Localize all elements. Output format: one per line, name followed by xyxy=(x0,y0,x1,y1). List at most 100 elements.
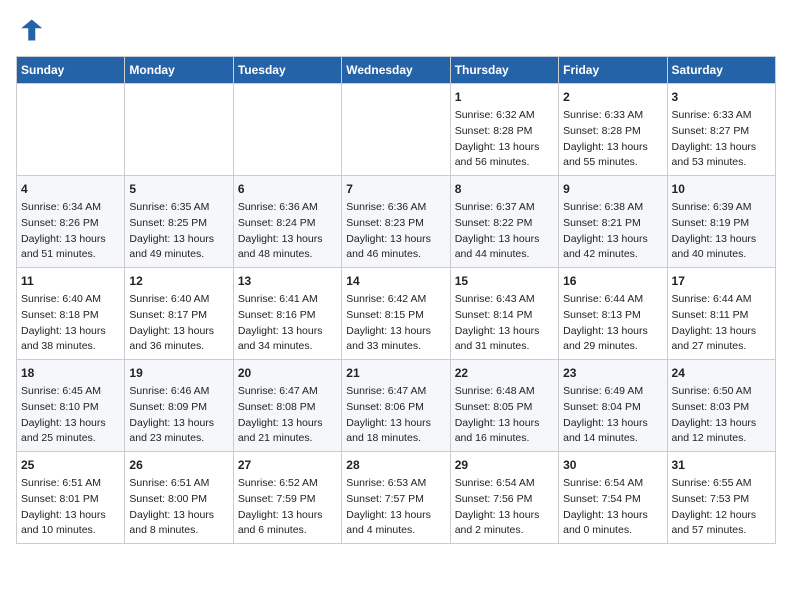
day-info: Sunrise: 6:37 AM Sunset: 8:22 PM Dayligh… xyxy=(455,200,554,263)
day-number: 15 xyxy=(455,272,554,290)
calendar-cell: 29 Sunrise: 6:54 AM Sunset: 7:56 PM Dayli… xyxy=(450,452,558,544)
calendar-cell: 3 Sunrise: 6:33 AM Sunset: 8:27 PM Daylig… xyxy=(667,84,775,176)
day-info: Sunrise: 6:38 AM Sunset: 8:21 PM Dayligh… xyxy=(563,200,662,263)
calendar-cell: 18 Sunrise: 6:45 AM Sunset: 8:10 PM Dayli… xyxy=(17,360,125,452)
calendar-cell xyxy=(342,84,450,176)
day-info: Sunrise: 6:44 AM Sunset: 8:11 PM Dayligh… xyxy=(672,292,771,355)
day-number: 4 xyxy=(21,180,120,198)
day-number: 27 xyxy=(238,456,337,474)
day-info: Sunrise: 6:43 AM Sunset: 8:14 PM Dayligh… xyxy=(455,292,554,355)
day-number: 3 xyxy=(672,88,771,106)
day-info: Sunrise: 6:54 AM Sunset: 7:54 PM Dayligh… xyxy=(563,476,662,539)
calendar-cell: 12 Sunrise: 6:40 AM Sunset: 8:17 PM Dayli… xyxy=(125,268,233,360)
day-info: Sunrise: 6:40 AM Sunset: 8:17 PM Dayligh… xyxy=(129,292,228,355)
day-info: Sunrise: 6:34 AM Sunset: 8:26 PM Dayligh… xyxy=(21,200,120,263)
day-number: 25 xyxy=(21,456,120,474)
calendar-cell: 16 Sunrise: 6:44 AM Sunset: 8:13 PM Dayli… xyxy=(559,268,667,360)
calendar-cell: 6 Sunrise: 6:36 AM Sunset: 8:24 PM Daylig… xyxy=(233,176,341,268)
calendar-cell: 9 Sunrise: 6:38 AM Sunset: 8:21 PM Daylig… xyxy=(559,176,667,268)
day-info: Sunrise: 6:44 AM Sunset: 8:13 PM Dayligh… xyxy=(563,292,662,355)
day-number: 24 xyxy=(672,364,771,382)
day-number: 11 xyxy=(21,272,120,290)
calendar-cell: 31 Sunrise: 6:55 AM Sunset: 7:53 PM Dayli… xyxy=(667,452,775,544)
day-number: 30 xyxy=(563,456,662,474)
day-number: 12 xyxy=(129,272,228,290)
weekday-header-thursday: Thursday xyxy=(450,57,558,84)
calendar-cell: 23Sunrise: 6:49 AM Sunset: 8:04 PM Dayli… xyxy=(559,360,667,452)
calendar-cell: 25 Sunrise: 6:51 AM Sunset: 8:01 PM Dayli… xyxy=(17,452,125,544)
day-number: 9 xyxy=(563,180,662,198)
calendar-cell: 10Sunrise: 6:39 AM Sunset: 8:19 PM Dayli… xyxy=(667,176,775,268)
day-number: 13 xyxy=(238,272,337,290)
calendar-cell: 21Sunrise: 6:47 AM Sunset: 8:06 PM Dayli… xyxy=(342,360,450,452)
calendar-cell: 26 Sunrise: 6:51 AM Sunset: 8:00 PM Dayli… xyxy=(125,452,233,544)
calendar-cell: 15 Sunrise: 6:43 AM Sunset: 8:14 PM Dayli… xyxy=(450,268,558,360)
calendar-cell: 28 Sunrise: 6:53 AM Sunset: 7:57 PM Dayli… xyxy=(342,452,450,544)
day-info: Sunrise: 6:35 AM Sunset: 8:25 PM Dayligh… xyxy=(129,200,228,263)
calendar-cell: 8 Sunrise: 6:37 AM Sunset: 8:22 PM Daylig… xyxy=(450,176,558,268)
day-info: Sunrise: 6:33 AM Sunset: 8:27 PM Dayligh… xyxy=(672,108,771,171)
day-number: 6 xyxy=(238,180,337,198)
day-number: 29 xyxy=(455,456,554,474)
day-number: 2 xyxy=(563,88,662,106)
day-info: Sunrise: 6:55 AM Sunset: 7:53 PM Dayligh… xyxy=(672,476,771,539)
day-number: 16 xyxy=(563,272,662,290)
day-info: Sunrise: 6:42 AM Sunset: 8:15 PM Dayligh… xyxy=(346,292,445,355)
calendar-cell: 24 Sunrise: 6:50 AM Sunset: 8:03 PM Dayli… xyxy=(667,360,775,452)
day-number: 23 xyxy=(563,364,662,382)
week-row-1: 1 Sunrise: 6:32 AM Sunset: 8:28 PM Daylig… xyxy=(17,84,776,176)
day-number: 10 xyxy=(672,180,771,198)
day-number: 26 xyxy=(129,456,228,474)
calendar-cell: 30 Sunrise: 6:54 AM Sunset: 7:54 PM Dayli… xyxy=(559,452,667,544)
calendar-cell: 13 Sunrise: 6:41 AM Sunset: 8:16 PM Dayli… xyxy=(233,268,341,360)
calendar-cell: 22Sunrise: 6:48 AM Sunset: 8:05 PM Dayli… xyxy=(450,360,558,452)
calendar-cell: 7Sunrise: 6:36 AM Sunset: 8:23 PM Daylig… xyxy=(342,176,450,268)
weekday-header-saturday: Saturday xyxy=(667,57,775,84)
day-number: 14 xyxy=(346,272,445,290)
week-row-3: 11 Sunrise: 6:40 AM Sunset: 8:18 PM Dayli… xyxy=(17,268,776,360)
calendar-table: SundayMondayTuesdayWednesdayThursdayFrid… xyxy=(16,56,776,544)
day-info: Sunrise: 6:41 AM Sunset: 8:16 PM Dayligh… xyxy=(238,292,337,355)
calendar-cell: 19Sunrise: 6:46 AM Sunset: 8:09 PM Dayli… xyxy=(125,360,233,452)
calendar-cell xyxy=(17,84,125,176)
day-number: 1 xyxy=(455,88,554,106)
day-info: Sunrise: 6:45 AM Sunset: 8:10 PM Dayligh… xyxy=(21,384,120,447)
day-info: Sunrise: 6:54 AM Sunset: 7:56 PM Dayligh… xyxy=(455,476,554,539)
weekday-header-sunday: Sunday xyxy=(17,57,125,84)
day-info: Sunrise: 6:47 AM Sunset: 8:06 PM Dayligh… xyxy=(346,384,445,447)
week-row-5: 25 Sunrise: 6:51 AM Sunset: 8:01 PM Dayli… xyxy=(17,452,776,544)
day-number: 18 xyxy=(21,364,120,382)
day-info: Sunrise: 6:53 AM Sunset: 7:57 PM Dayligh… xyxy=(346,476,445,539)
calendar-cell: 20 Sunrise: 6:47 AM Sunset: 8:08 PM Dayli… xyxy=(233,360,341,452)
calendar-cell: 4 Sunrise: 6:34 AM Sunset: 8:26 PM Daylig… xyxy=(17,176,125,268)
weekday-header-tuesday: Tuesday xyxy=(233,57,341,84)
day-info: Sunrise: 6:51 AM Sunset: 8:01 PM Dayligh… xyxy=(21,476,120,539)
day-number: 31 xyxy=(672,456,771,474)
day-info: Sunrise: 6:52 AM Sunset: 7:59 PM Dayligh… xyxy=(238,476,337,539)
day-number: 20 xyxy=(238,364,337,382)
day-number: 7 xyxy=(346,180,445,198)
day-info: Sunrise: 6:40 AM Sunset: 8:18 PM Dayligh… xyxy=(21,292,120,355)
day-info: Sunrise: 6:48 AM Sunset: 8:05 PM Dayligh… xyxy=(455,384,554,447)
day-info: Sunrise: 6:51 AM Sunset: 8:00 PM Dayligh… xyxy=(129,476,228,539)
weekday-header-wednesday: Wednesday xyxy=(342,57,450,84)
day-info: Sunrise: 6:33 AM Sunset: 8:28 PM Dayligh… xyxy=(563,108,662,171)
day-info: Sunrise: 6:36 AM Sunset: 8:24 PM Dayligh… xyxy=(238,200,337,263)
day-number: 8 xyxy=(455,180,554,198)
day-number: 28 xyxy=(346,456,445,474)
weekday-header-friday: Friday xyxy=(559,57,667,84)
calendar-cell xyxy=(125,84,233,176)
day-info: Sunrise: 6:32 AM Sunset: 8:28 PM Dayligh… xyxy=(455,108,554,171)
day-number: 19 xyxy=(129,364,228,382)
calendar-cell: 27 Sunrise: 6:52 AM Sunset: 7:59 PM Dayli… xyxy=(233,452,341,544)
logo xyxy=(16,16,48,44)
calendar-cell: 11 Sunrise: 6:40 AM Sunset: 8:18 PM Dayli… xyxy=(17,268,125,360)
calendar-cell: 14 Sunrise: 6:42 AM Sunset: 8:15 PM Dayli… xyxy=(342,268,450,360)
week-row-4: 18 Sunrise: 6:45 AM Sunset: 8:10 PM Dayli… xyxy=(17,360,776,452)
day-number: 17 xyxy=(672,272,771,290)
day-info: Sunrise: 6:50 AM Sunset: 8:03 PM Dayligh… xyxy=(672,384,771,447)
day-info: Sunrise: 6:47 AM Sunset: 8:08 PM Dayligh… xyxy=(238,384,337,447)
logo-icon xyxy=(16,16,44,44)
weekday-header-monday: Monday xyxy=(125,57,233,84)
header xyxy=(16,16,776,44)
